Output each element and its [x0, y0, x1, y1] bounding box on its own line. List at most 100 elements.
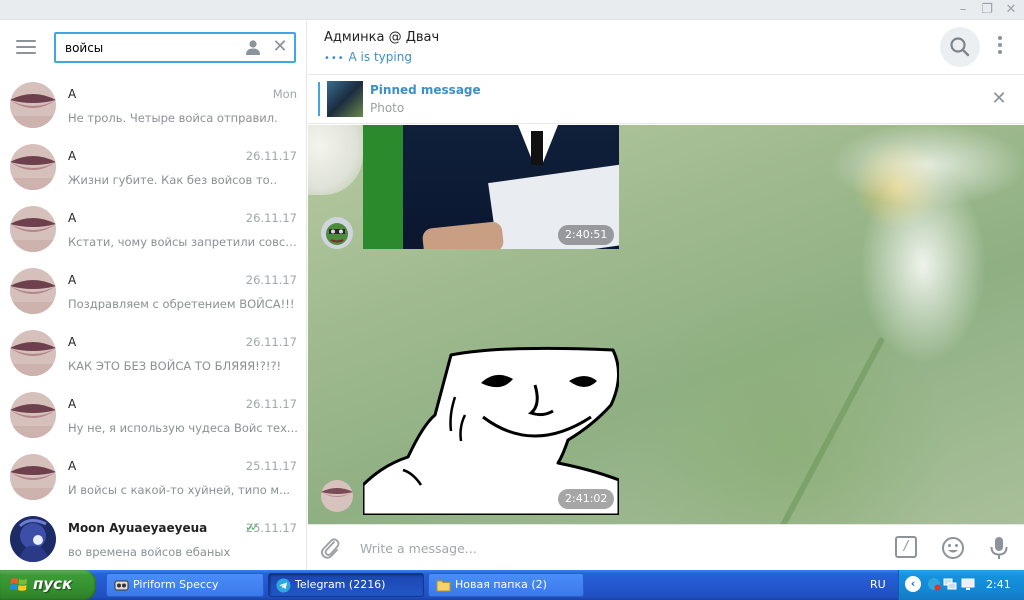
chat-header: Админка @ Двач ••• A is typing	[308, 21, 1024, 75]
speccy-icon	[114, 580, 129, 591]
taskbar-item-label: Piriform Speccy	[133, 578, 219, 591]
message-composer: /	[308, 524, 1024, 570]
chat-preview: И войсы с какой-то хуйней, типо м...	[68, 483, 291, 497]
chat-list-item[interactable]: A 26.11.17 КАК ЭТО БЕЗ ВОЙСА ТО БЛЯЯЯ!?!?!	[0, 323, 306, 385]
close-pinned-icon[interactable]: ✕	[988, 88, 1010, 110]
message-area[interactable]: 2:40:51 2:41:02	[308, 125, 1024, 524]
minimize-button[interactable]: –	[952, 2, 974, 18]
taskbar-item-folder[interactable]: Новая папка (2)	[428, 573, 584, 597]
chat-list-item[interactable]: A 26.11.17 Поздравляем с обретением ВОЙСА!…	[0, 261, 306, 323]
chat-avatar	[10, 144, 56, 190]
telegram-icon	[276, 578, 291, 593]
lips-avatar-icon	[321, 480, 353, 512]
maximize-button[interactable]: ❐	[976, 2, 998, 18]
chat-date: 26.11.17	[245, 335, 297, 349]
chat-name: Moon Ayuaeyaeyeua	[68, 521, 208, 535]
network-icon[interactable]	[943, 577, 957, 591]
chat-title[interactable]: Админка @ Двач	[324, 30, 439, 45]
telegram-desktop-window: – ❐ ✕ ✕ A Mon Не троль. Четыре войса отпра…	[0, 0, 1024, 600]
search-input[interactable]	[65, 39, 235, 57]
chat-list-item[interactable]: A 26.11.17 Жизни губите. Как без войсов то…	[0, 137, 306, 199]
chat-preview: КАК ЭТО БЕЗ ВОЙСА ТО БЛЯЯЯ!?!?!	[68, 359, 282, 373]
photo-message[interactable]: 2:40:51	[363, 125, 619, 249]
start-label: пуск	[33, 575, 73, 593]
chat-name: A	[68, 335, 77, 349]
chat-avatar	[10, 330, 56, 376]
folder-icon	[436, 580, 451, 592]
clear-search-icon[interactable]: ✕	[271, 37, 289, 57]
bot-command-icon[interactable]: /	[895, 536, 917, 558]
emoji-icon[interactable]	[941, 536, 965, 560]
chat-sidebar: ✕ A Mon Не троль. Четыре войса отправил. A 2…	[0, 21, 307, 570]
wallpaper-stem	[776, 336, 886, 524]
chat-avatar	[10, 206, 56, 252]
chat-date: 26.11.17	[245, 273, 297, 287]
windows-taskbar: пуск Piriform Speccy Telegram (2216) Нов…	[0, 570, 1024, 600]
sender-avatar[interactable]	[321, 480, 353, 512]
pinned-title: Pinned message	[370, 83, 481, 97]
chat-list-item[interactable]: A 26.11.17 Кстати, чому войсы запретили со…	[0, 199, 306, 261]
sticker-message[interactable]: 2:41:02	[361, 345, 621, 517]
chat-avatar	[10, 392, 56, 438]
chat-preview: Поздравляем с обретением ВОЙСА!!!	[68, 297, 295, 311]
chat-search-button[interactable]	[940, 27, 980, 67]
contact-filter-icon[interactable]	[244, 38, 262, 56]
pinned-subtitle: Photo	[370, 101, 405, 115]
taskbar-item-speccy[interactable]: Piriform Speccy	[106, 573, 264, 597]
chat-preview: во времена войсов ебаных	[68, 545, 231, 559]
chat-name: A	[68, 149, 77, 163]
taskbar-item-telegram[interactable]: Telegram (2216)	[268, 573, 424, 597]
chat-date: 25.11.17	[245, 521, 297, 535]
taskbar-item-label: Telegram (2216)	[295, 578, 386, 591]
chat-date: 26.11.17	[245, 149, 297, 163]
tray-telegram-icon[interactable]	[927, 577, 941, 591]
window-titlebar: – ❐ ✕	[0, 0, 1024, 20]
chat-avatar	[10, 268, 56, 314]
taskbar-item-label: Новая папка (2)	[455, 578, 547, 591]
pepe-avatar-icon	[321, 217, 353, 249]
chat-avatar	[10, 454, 56, 500]
photo-tie	[531, 131, 543, 165]
chat-name: A	[68, 459, 77, 473]
chat-name: A	[68, 87, 77, 101]
microphone-icon[interactable]	[988, 535, 1010, 561]
taskbar-clock[interactable]: 2:41	[986, 578, 1011, 591]
chat-avatar	[10, 82, 56, 128]
language-indicator[interactable]: RU	[870, 578, 886, 591]
chat-date: 25.11.17	[245, 459, 297, 473]
chat-list-item[interactable]: A 25.11.17 И войсы с какой-то хуйней, типо…	[0, 447, 306, 509]
attach-icon[interactable]	[318, 535, 342, 561]
chat-name: A	[68, 273, 77, 287]
message-time: 2:41:02	[558, 489, 615, 509]
chat-list: A Mon Не троль. Четыре войса отправил. A 26.…	[0, 75, 306, 570]
windows-logo-icon	[10, 578, 27, 591]
chat-name: A	[68, 211, 77, 225]
more-options-icon[interactable]	[994, 34, 1006, 60]
chat-preview: Не троль. Четыре войса отправил.	[68, 111, 278, 125]
sender-avatar[interactable]	[321, 217, 353, 249]
pinned-message-bar[interactable]: Pinned message Photo ✕	[308, 76, 1024, 124]
message-time: 2:40:51	[558, 225, 615, 245]
close-window-button[interactable]: ✕	[1000, 2, 1022, 18]
pinned-photo-thumbnail	[327, 81, 363, 117]
chat-list-item[interactable]: A 26.11.17 Ну не, я использую чудеса Войс …	[0, 385, 306, 447]
chat-name: A	[68, 397, 77, 411]
chat-date: 26.11.17	[245, 397, 297, 411]
search-box: ✕	[54, 32, 296, 63]
start-button[interactable]: пуск	[0, 570, 96, 600]
chat-date: Mon	[272, 87, 297, 101]
chat-list-item[interactable]: A Mon Не троль. Четыре войса отправил.	[0, 75, 306, 137]
system-tray: ‹ 2:41	[898, 570, 1024, 600]
chat-date: 26.11.17	[245, 211, 297, 225]
wallpaper-petal	[308, 125, 363, 195]
search-icon	[950, 37, 970, 57]
chat-list-item[interactable]: Moon Ayuaeyaeyeua ✓✓ 25.11.17 во времена во…	[0, 509, 306, 570]
typing-text: A is typing	[348, 50, 412, 64]
show-hidden-icons-icon[interactable]: ‹	[905, 576, 921, 592]
hamburger-menu-icon[interactable]	[16, 40, 36, 54]
message-input[interactable]	[360, 538, 860, 558]
monitor-icon[interactable]	[961, 577, 975, 591]
chat-avatar	[10, 516, 56, 562]
chat-preview: Ну не, я использую чудеса Войс тех...	[68, 421, 298, 435]
chat-preview: Жизни губите. Как без войсов то..	[68, 173, 277, 187]
